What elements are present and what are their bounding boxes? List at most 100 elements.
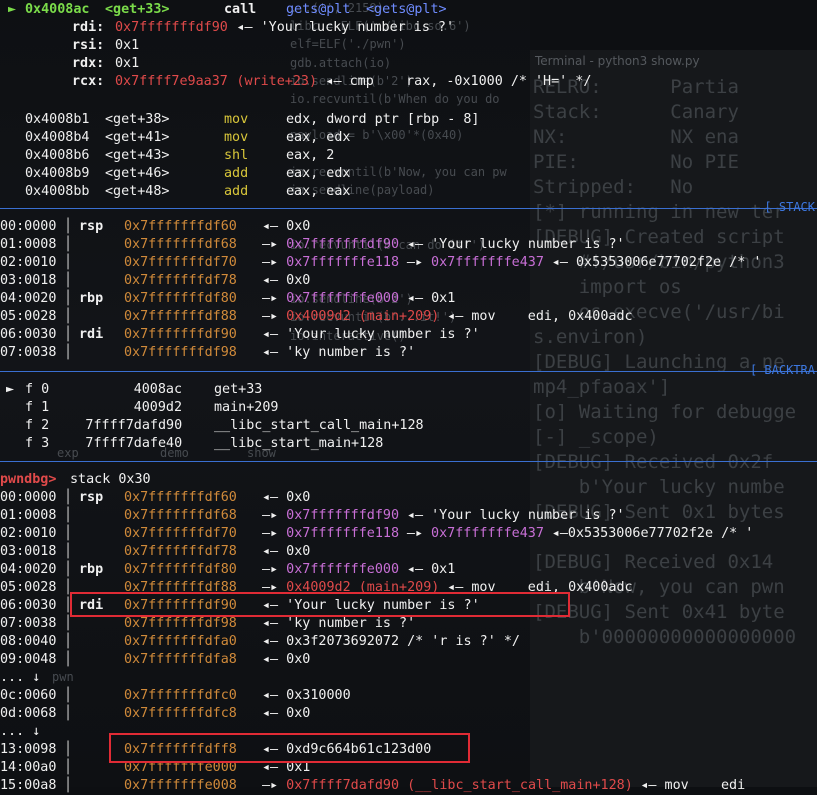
frame-index: f 3 xyxy=(25,436,50,451)
frame-marker-icon: ► xyxy=(6,382,15,397)
stack-divider: │ xyxy=(64,706,73,721)
python-terminal-line: b'Your lucky numbe xyxy=(533,476,785,498)
python-terminal-line: PIE: No PIE xyxy=(533,151,739,173)
stack-value: 0x4009d2 (main+209) xyxy=(286,309,440,324)
stack-value: —▸ xyxy=(398,255,432,270)
stack-divider: │ xyxy=(64,526,73,541)
instr-symbol: <get+43> xyxy=(105,148,170,163)
instr-target: <gets@plt> xyxy=(366,2,447,17)
stack-value: 0x7fffffffe118 xyxy=(286,526,400,541)
instr-symbol: <get+38> xyxy=(105,112,170,127)
stack-divider: │ xyxy=(64,652,73,667)
stack-offset: 05:0028 xyxy=(0,580,57,595)
instr-address: 0x4008ac xyxy=(25,2,90,17)
instr-address: 0x4008b4 xyxy=(25,130,90,145)
stack-value: ◂— mov edi, 0x400adc xyxy=(439,309,633,324)
prompt-separator xyxy=(0,461,817,462)
instr-mnemonic: add xyxy=(224,166,249,181)
stack-value: 0x7fffffffdf90 xyxy=(286,237,400,252)
stack-divider: │ xyxy=(64,219,73,234)
stack-value: —▸ xyxy=(398,526,432,541)
instr-operand: edx, dword ptr [rbp - 8] xyxy=(286,112,480,127)
stack-register: rdi xyxy=(79,327,104,342)
arg-register: rsi: xyxy=(72,38,105,53)
stack-divider: │ xyxy=(64,273,73,288)
stack-divider: │ xyxy=(64,778,73,793)
stack-divider: │ xyxy=(64,634,73,649)
python-terminal-title: Terminal - python3 show.py xyxy=(535,54,700,68)
python-terminal-line: s.environ) xyxy=(533,326,648,348)
python-terminal-line: NX: NX ena xyxy=(533,126,739,148)
stack-address: 0x7fffffffdf70 xyxy=(124,255,237,270)
canary-highlight-box xyxy=(109,733,470,763)
stack-divider: │ xyxy=(64,490,73,505)
stack-offset: 14:00a0 xyxy=(0,760,57,775)
python-terminal-line: [-] _scope) xyxy=(533,426,659,448)
stack-value: ◂— 0x0 xyxy=(262,652,311,667)
python-terminal-line: [o] Waiting for debugge xyxy=(533,401,797,423)
stack-separator xyxy=(0,208,817,209)
stack-offset: 05:0028 xyxy=(0,309,57,324)
stack-offset: 07:0038 xyxy=(0,345,57,360)
stack-address: 0x7fffffffdf90 xyxy=(124,327,237,342)
arg-symbol: (write+23) xyxy=(236,74,318,89)
stack-address: 0x7fffffffe008 xyxy=(124,778,237,793)
arg-note: ◂— 'Your lucky number is ?' xyxy=(236,20,455,35)
frame-symbol: __libc_start_call_main+128 xyxy=(214,418,424,433)
stack-value: —▸ xyxy=(262,255,287,270)
stack-offset: 01:0008 xyxy=(0,237,57,252)
instr-operand: eax, eax xyxy=(286,184,351,199)
stack-divider: │ xyxy=(64,544,73,559)
instr-operand: gets@plt xyxy=(286,2,351,17)
stack-divider: │ xyxy=(64,562,73,577)
stack-offset: 09:0048 xyxy=(0,652,57,667)
stack-value: —▸ xyxy=(262,508,287,523)
stack-offset: 06:0030 xyxy=(0,598,57,613)
stack-divider: │ xyxy=(64,327,73,342)
instr-mnemonic: mov xyxy=(224,112,249,127)
stack-value: ◂—0x5353006e77702f2e /* ' xyxy=(543,526,754,541)
stack-value: 0x7fffffffdf90 xyxy=(286,508,400,523)
stack-address: 0x7fffffffdf80 xyxy=(124,562,237,577)
stack-value: ◂— 'ky number is ?' xyxy=(262,616,416,631)
frame-symbol: get+33 xyxy=(214,382,263,397)
instr-mnemonic: add xyxy=(224,184,249,199)
stack-divider: │ xyxy=(64,688,73,703)
python-terminal-line: [DEBUG] Received 0x2f xyxy=(533,451,774,473)
arg-register: rdi: xyxy=(72,20,105,35)
stack-value: ◂— 0x0 xyxy=(262,219,311,234)
stack-divider: │ xyxy=(64,760,73,775)
stack-offset: 02:0010 xyxy=(0,255,57,270)
stack-value: ◂— 0x3f2073692072 /* 'r is ?' */ xyxy=(262,634,520,649)
stack-value: ◂— 0x5353006e77702f2e /* ' xyxy=(543,255,762,270)
stack-register: rbp xyxy=(79,291,104,306)
instr-address: 0x4008b9 xyxy=(25,166,90,181)
stack-value: ◂— mov edi xyxy=(632,778,746,793)
stack-value: ◂— 'Your lucky number is ?' xyxy=(398,508,625,523)
stack-address: 0x7fffffffdf68 xyxy=(124,508,237,523)
frame-index: f 0 xyxy=(25,382,50,397)
stack-value: —▸ xyxy=(262,309,287,324)
stack-address: 0x7fffffffdf60 xyxy=(124,490,237,505)
stack-offset: 0d:0068 xyxy=(0,706,57,721)
python-terminal-line: mp4_pfaoax'] xyxy=(533,376,671,398)
stack-offset: 00:0000 xyxy=(0,219,57,234)
stack-value: ◂— 0x0 xyxy=(262,490,311,505)
stack-divider: │ xyxy=(64,508,73,523)
stack-register: rsp xyxy=(79,219,104,234)
desktop-icon-label: exp xyxy=(57,446,79,460)
stack-offset: 03:0018 xyxy=(0,273,57,288)
stack-value: ◂— 'Your lucky number is ?' xyxy=(262,327,480,342)
backtrace-section-label: [ BACKTRA xyxy=(749,363,815,377)
stack-divider: │ xyxy=(64,255,73,270)
stack-register: rbp xyxy=(79,562,104,577)
python-terminal-line: b'00000000000000000 xyxy=(533,626,797,648)
stack-value: ◂— 0x0 xyxy=(262,544,311,559)
stack-divider: │ xyxy=(64,291,73,306)
current-marker-icon: ► xyxy=(8,2,17,17)
frame-symbol: main+209 xyxy=(214,400,279,415)
arg-value: 0x7fffffffdf90 xyxy=(115,20,228,35)
stack-value: 0x7ffff7dafd90 (__libc_start_call_main+1… xyxy=(286,778,633,793)
editor-line: gdb.attach(io) xyxy=(290,55,392,70)
frame-address: 7ffff7dafe40 xyxy=(85,436,183,451)
